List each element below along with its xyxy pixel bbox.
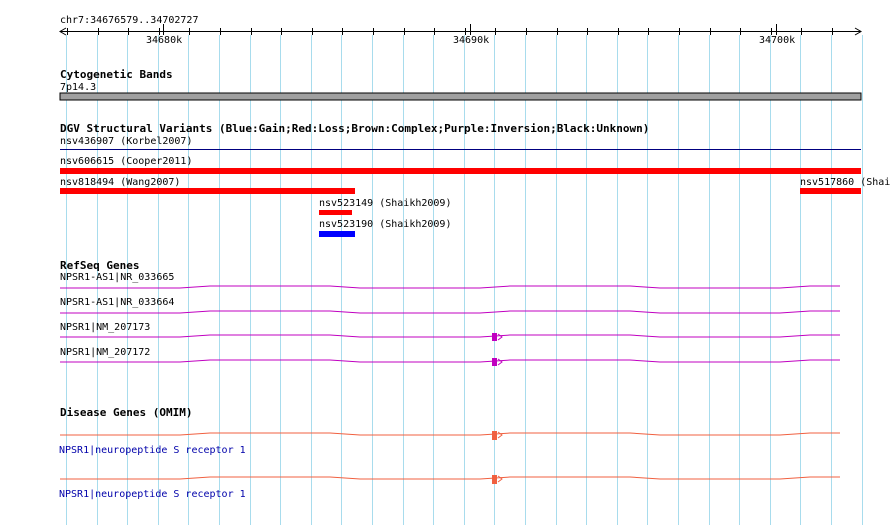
gene-label[interactable]: NPSR1-AS1|NR_033664 (60, 297, 174, 309)
gene-exon (492, 333, 497, 341)
variant-id: nsv523149 (319, 198, 374, 209)
variant-label[interactable]: nsv517860 (Shai (800, 177, 890, 189)
variant-bar (319, 210, 352, 215)
variant-label[interactable]: nsv523190 (Shaikh2009) (319, 219, 451, 231)
variant-id: nsv606615 (60, 156, 115, 167)
disease-gene-link[interactable]: NPSR1|neuropeptide S receptor 1 (59, 489, 246, 501)
track-title-dgv: DGV Structural Variants (Blue:Gain;Red:L… (60, 122, 650, 135)
variant-bar (60, 168, 861, 174)
gene-transcript-line (60, 285, 840, 289)
variant-study: (Korbel2007) (120, 136, 193, 147)
region-label: chr7:34676579..34702727 (60, 15, 199, 26)
strand-arrow-icon (497, 358, 503, 366)
genome-browser-view: chr7:34676579..34702727 34680k 34690k 34… (0, 0, 890, 525)
track-title-refseq: RefSeq Genes (60, 259, 140, 272)
variant-id: nsv517860 (800, 177, 855, 188)
variant-study: (Shai (860, 177, 890, 188)
gene-label[interactable]: NPSR1|NM_207173 (60, 322, 150, 334)
cytoband-bar (59, 92, 862, 101)
track-title-omim: Disease Genes (OMIM) (60, 406, 193, 419)
disease-gene-line (60, 432, 840, 436)
gene-transcript-line (60, 359, 840, 363)
ruler-tick-label: 34700k (759, 35, 796, 46)
variant-id: nsv523190 (319, 219, 374, 230)
strand-arrow-icon (497, 333, 503, 341)
variant-label[interactable]: nsv606615 (Cooper2011) (60, 156, 192, 168)
gene-transcript-line (60, 334, 840, 338)
variant-study: (Cooper2011) (120, 156, 193, 167)
variant-study: (Wang2007) (120, 177, 181, 188)
variant-label[interactable]: nsv523149 (Shaikh2009) (319, 198, 451, 210)
gene-transcript-line (60, 310, 840, 314)
disease-gene-line (60, 476, 840, 480)
gene-label[interactable]: NPSR1-AS1|NR_033665 (60, 272, 174, 284)
ruler-tick-label: 34690k (453, 35, 490, 46)
cytoband-label: 7p14.3 (60, 82, 97, 93)
strand-arrow-icon (497, 431, 503, 439)
gene-exon (492, 358, 497, 366)
variant-study: (Shaikh2009) (379, 198, 452, 209)
strand-arrow-icon (497, 475, 503, 483)
gene-label[interactable]: NPSR1|NM_207172 (60, 347, 150, 359)
track-title-cytoband: Cytogenetic Bands (60, 68, 173, 81)
disease-gene-link[interactable]: NPSR1|neuropeptide S receptor 1 (59, 445, 246, 457)
variant-id: nsv818494 (60, 177, 115, 188)
ruler-tick-label: 34680k (146, 35, 183, 46)
variant-label[interactable]: nsv436907 (Korbel2007) (60, 136, 192, 148)
gene-exon (492, 431, 497, 440)
gene-exon (492, 475, 497, 484)
variant-label[interactable]: nsv818494 (Wang2007) (60, 177, 180, 189)
variant-id: nsv436907 (60, 136, 115, 147)
variant-study: (Shaikh2009) (379, 219, 452, 230)
variant-bar (319, 231, 355, 237)
